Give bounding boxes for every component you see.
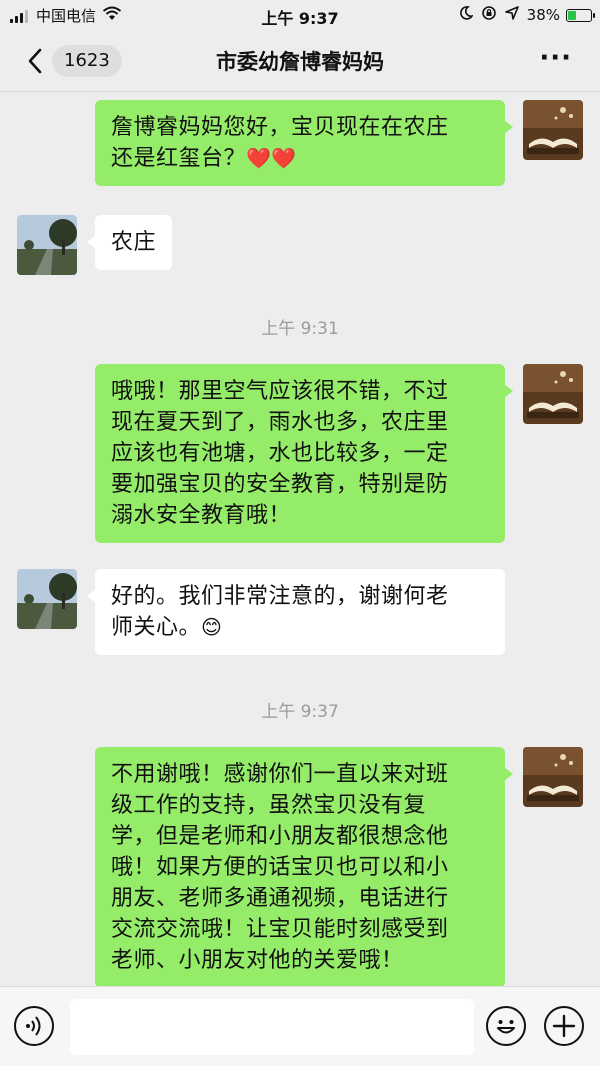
battery-percent: 38% [526, 6, 560, 24]
message-text: 师关心。😊 [111, 612, 489, 643]
message-text: 詹博睿妈妈您好，宝贝现在在农庄 [111, 115, 449, 140]
heart-emoji: ❤️❤️ [246, 146, 297, 170]
message-text: 溺水安全教育哦！ [111, 503, 292, 528]
message-text: 要加强宝贝的安全教育，特别是防 [111, 472, 449, 497]
message-bubble-outgoing[interactable]: 詹博睿妈妈您好，宝贝现在在农庄 还是红玺台？❤️❤️ [95, 100, 513, 186]
message-text: 不用谢哦！感谢你们一直以来对班 [111, 762, 449, 787]
message-list[interactable]: 詹博睿妈妈您好，宝贝现在在农庄 还是红玺台？❤️❤️ 农庄 上午 9:31 哦哦… [0, 92, 600, 986]
message-text: 农庄 [111, 230, 157, 255]
moon-icon [459, 6, 474, 24]
battery-icon [566, 8, 595, 22]
battery-fill [568, 10, 576, 20]
message-text: 朋友、老师多通通视频，电话进行 [111, 886, 449, 911]
location-icon [504, 6, 519, 24]
more-button[interactable]: ··· [539, 45, 572, 71]
plus-button[interactable] [544, 1006, 584, 1046]
my-avatar[interactable] [523, 364, 583, 424]
more-icon: ··· [539, 43, 572, 73]
timestamp: 上午 9:31 [261, 319, 339, 339]
contact-avatar[interactable] [17, 215, 77, 275]
message-bubble-incoming[interactable]: 农庄 [86, 215, 173, 270]
message-text: 哦！如果方便的话宝贝也可以和小 [111, 855, 449, 880]
emoji-icon [497, 1020, 515, 1034]
status-right: 38% [451, 5, 595, 25]
my-avatar[interactable] [523, 100, 583, 160]
message-text-line: 还是红玺台？ [111, 146, 247, 171]
book-avatar-icon [523, 747, 583, 807]
message-bubble-outgoing[interactable]: 不用谢哦！感谢你们一直以来对班 级工作的支持，虽然宝贝没有复 学，但是老师和小朋… [95, 747, 513, 986]
message-text: 还是红玺台？❤️❤️ [111, 143, 489, 174]
chat-title: 市委幼詹博睿妈妈 [216, 50, 384, 74]
message-text: 哦哦！那里空气应该很不错，不过 [111, 379, 449, 404]
message-text: 好的。我们非常注意的，谢谢何老 [111, 584, 449, 609]
timestamp: 上午 9:37 [261, 702, 339, 722]
message-bubble-incoming[interactable]: 好的。我们非常注意的，谢谢何老 师关心。😊 [87, 569, 505, 655]
my-avatar[interactable] [523, 747, 583, 807]
rotation-lock-icon [481, 5, 497, 25]
message-text: 现在夏天到了，雨水也多，农庄里 [111, 410, 449, 435]
book-avatar-icon [523, 100, 583, 160]
book-avatar-icon [523, 364, 583, 424]
message-text: 老师、小朋友对他的关爱哦！ [111, 948, 404, 973]
park-avatar-icon [17, 569, 77, 629]
message-text: 交流交流哦！让宝贝能时刻感受到 [111, 917, 449, 942]
message-text-line: 师关心。 [111, 615, 202, 640]
chat-header: 1623 市委幼詹博睿妈妈 ··· [0, 30, 600, 92]
status-bar: 中国电信 上午 9:37 38% [0, 0, 600, 30]
plus-icon [552, 1014, 576, 1038]
message-bubble-outgoing[interactable]: 哦哦！那里空气应该很不错，不过 现在夏天到了，雨水也多，农庄里 应该也有池塘，水… [95, 364, 513, 543]
message-text: 应该也有池塘，水也比较多，一定 [111, 441, 449, 466]
voice-icon [26, 1016, 41, 1036]
smile-emoji: 😊 [201, 615, 223, 639]
message-text: 级工作的支持，虽然宝贝没有复 [111, 793, 427, 818]
park-avatar-icon [17, 215, 77, 275]
message-input[interactable] [70, 999, 474, 1055]
emoji-button[interactable] [486, 1006, 526, 1046]
voice-button[interactable] [14, 1006, 54, 1046]
input-bar [0, 986, 600, 1066]
contact-avatar[interactable] [17, 569, 77, 629]
message-text: 学，但是老师和小朋友都很想念他 [111, 824, 449, 849]
